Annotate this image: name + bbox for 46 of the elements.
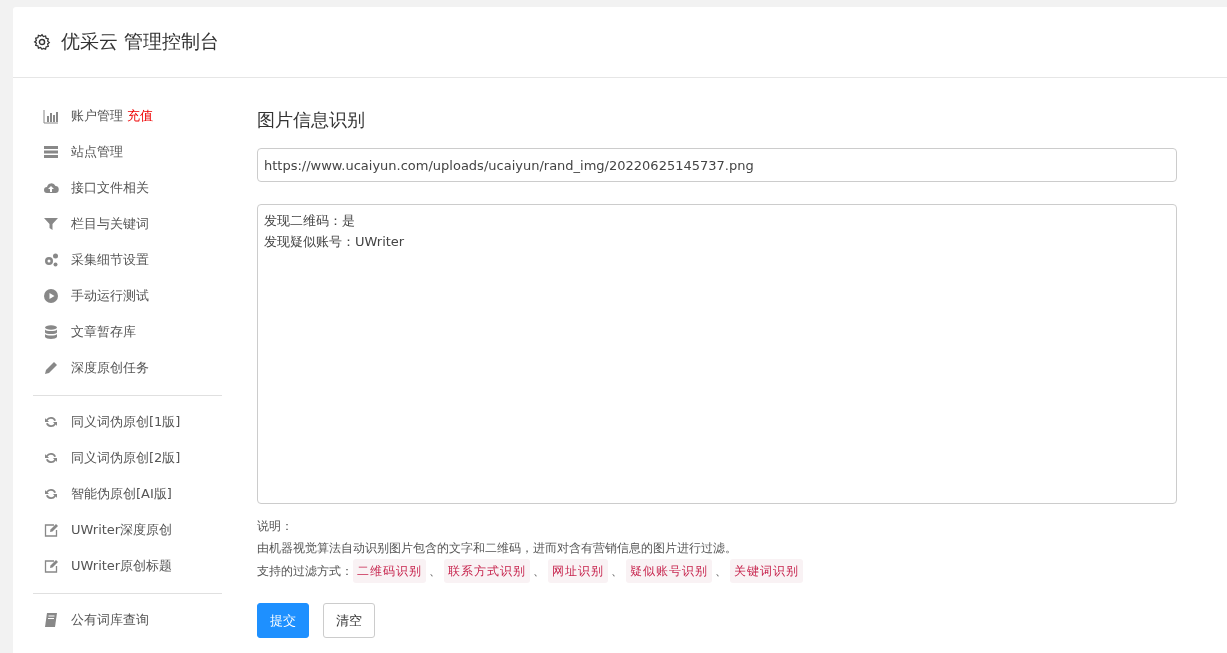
sidebar-link[interactable]: 公有词库查询 (71, 611, 149, 629)
database-icon (43, 324, 59, 340)
console-title: 优采云 管理控制台 (61, 29, 220, 54)
sidebar-link[interactable]: 采集细节设置 (71, 251, 149, 269)
sidebar-link[interactable]: 账户管理 (71, 107, 123, 125)
pencil-icon (43, 360, 59, 376)
refresh-icon (43, 414, 59, 430)
sidebar-link[interactable]: 深度原创任务 (71, 359, 149, 377)
cloud-upload-icon (43, 180, 59, 196)
methods-label: 支持的过滤方式： (257, 563, 353, 580)
sidebar-link[interactable]: UWriter原创标题 (71, 557, 173, 575)
sidebar-link[interactable]: 智能伪原创[AI版] (71, 485, 172, 503)
url-input-field[interactable]: https://www.ucaiyun.com/uploads/ucaiyun/rand_img/20220625145737.png (257, 148, 1177, 182)
method-tag: 二维码识别 (353, 559, 426, 583)
separator-mark: 、 (611, 563, 623, 580)
method-tag: 联系方式识别 (444, 559, 530, 583)
clear-button[interactable]: 清空 (323, 603, 375, 638)
server-icon (43, 144, 59, 160)
recharge-link[interactable]: 充值 (127, 107, 153, 125)
sidebar-link[interactable]: 文章暂存库 (71, 323, 136, 341)
settings-icon (33, 33, 51, 51)
refresh-icon (43, 486, 59, 502)
book-icon (43, 612, 59, 628)
separator-mark: 、 (715, 563, 727, 580)
sidebar-link[interactable]: 手动运行测试 (71, 287, 149, 305)
method-tag: 疑似账号识别 (626, 559, 712, 583)
note-text: 由机器视觉算法自动识别图片包含的文字和二维码，进而对含有营销信息的图片进行过滤。 (257, 540, 738, 557)
separator-mark: 、 (533, 563, 545, 580)
section-title: 图片信息识别 (257, 108, 366, 132)
method-tag: 网址识别 (548, 559, 608, 583)
play-icon (43, 288, 59, 304)
sidebar-link[interactable]: 接口文件相关 (71, 179, 149, 197)
edit-icon (43, 558, 59, 574)
separator-mark: 、 (429, 563, 441, 580)
sidebar-link[interactable]: 栏目与关键词 (71, 215, 149, 233)
bar-chart-icon (43, 108, 59, 124)
sidebar-link[interactable]: 站点管理 (71, 143, 123, 161)
filter-icon (43, 216, 59, 232)
sidebar-link[interactable]: UWriter深度原创 (71, 521, 173, 539)
edit-icon (43, 522, 59, 538)
method-tag: 关键词识别 (730, 559, 803, 583)
sidebar-link[interactable]: 同义词伪原创[1版] (71, 413, 181, 431)
note-heading: 说明： (257, 518, 294, 535)
result-text-area[interactable]: 发现二维码：是 发现疑似账号：UWriter (257, 204, 1177, 504)
refresh-icon (43, 450, 59, 466)
sidebar-link[interactable]: 同义词伪原创[2版] (71, 449, 181, 467)
